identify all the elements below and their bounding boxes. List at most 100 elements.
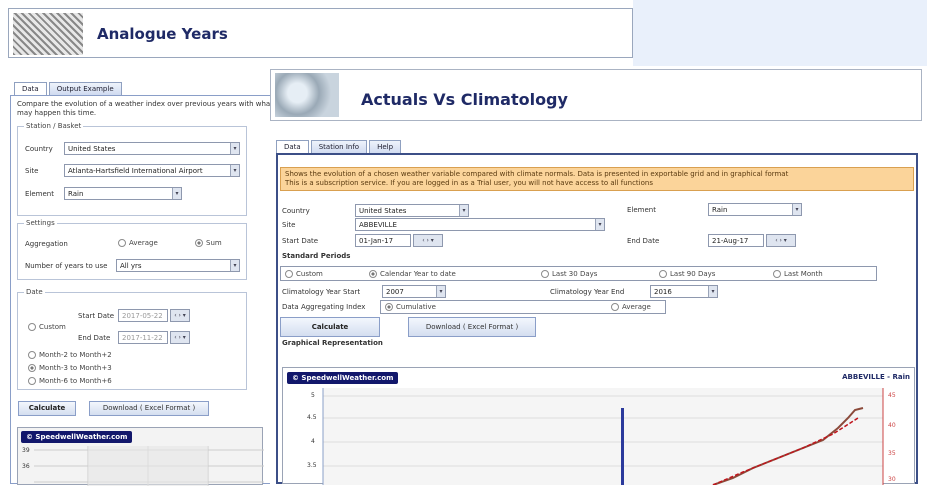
clim-start-value: 2007 xyxy=(386,288,404,296)
agg-cumulative-radio[interactable]: Cumulative xyxy=(385,303,436,311)
note-line-2: This is a subscription service. If you a… xyxy=(285,179,653,187)
chevron-down-icon: ▾ xyxy=(230,260,239,271)
country-select[interactable]: United States ▾ xyxy=(64,142,240,155)
years-value: All yrs xyxy=(120,262,142,270)
element-value: Rain xyxy=(68,190,84,198)
element-select[interactable]: Rain ▾ xyxy=(64,187,182,200)
left-tick-label: 4.5 xyxy=(307,414,317,421)
radio-selected-icon xyxy=(195,239,203,247)
agg-average-radio[interactable]: Average xyxy=(118,239,158,247)
analogue-window: Data Output Example Compare the evolutio… xyxy=(10,72,273,486)
start-date-input[interactable]: 2017-05-22 xyxy=(118,309,168,322)
custom-label: Custom xyxy=(39,323,66,331)
country-value: United States xyxy=(359,207,407,215)
left-tick-label: 5 xyxy=(311,392,315,399)
years-label: Number of years to use xyxy=(25,262,108,270)
period-90-label: Last 90 Days xyxy=(670,270,716,278)
chevron-down-icon: ▾ xyxy=(230,143,239,154)
end-date-input[interactable]: 2017-11-22 xyxy=(118,331,168,344)
chevron-down-icon: ▾ xyxy=(595,219,604,230)
country-value: United States xyxy=(68,145,116,153)
tab-output-example[interactable]: Output Example xyxy=(48,82,122,95)
country-select[interactable]: United States ▾ xyxy=(355,204,469,217)
start-date-stepper[interactable]: ‹ › ▾ xyxy=(413,234,443,247)
settings-fieldset: Settings Aggregation Average Sum Number … xyxy=(17,219,247,280)
period-30-radio[interactable]: Last 30 Days xyxy=(541,270,597,278)
month3-radio[interactable]: Month-3 to Month+3 xyxy=(28,364,112,372)
station-legend: Station / Basket xyxy=(24,122,84,130)
agg-average-label: Average xyxy=(129,239,158,247)
clim-start-label: Climatology Year Start xyxy=(282,288,361,296)
start-date-label: Start Date xyxy=(282,237,319,245)
period-30-label: Last 30 Days xyxy=(552,270,598,278)
radio-icon xyxy=(659,270,667,278)
site-select[interactable]: ABBEVILLE ▾ xyxy=(355,218,605,231)
start-date-value: 2017-05-22 xyxy=(122,312,163,320)
element-select[interactable]: Rain ▾ xyxy=(708,203,802,216)
actuals-header: Actuals Vs Climatology xyxy=(270,69,922,121)
analogue-chart-grid xyxy=(34,446,264,486)
header-thumbnail-image xyxy=(13,13,83,55)
agg-cumulative-label: Cumulative xyxy=(396,303,436,311)
month6-radio[interactable]: Month-6 to Month+6 xyxy=(28,377,112,385)
chevron-down-icon: ▾ xyxy=(708,286,717,297)
download-button[interactable]: Download ( Excel Format ) xyxy=(408,317,536,337)
country-label: Country xyxy=(282,207,310,215)
start-date-stepper[interactable]: ‹ › ▾ xyxy=(170,309,190,322)
radio-icon xyxy=(285,270,293,278)
radio-icon xyxy=(773,270,781,278)
site-value: ABBEVILLE xyxy=(359,221,397,229)
start-date-input[interactable]: 01-Jan-17 xyxy=(355,234,411,247)
end-date-stepper[interactable]: ‹ › ▾ xyxy=(766,234,796,247)
end-date-input[interactable]: 21-Aug-17 xyxy=(708,234,764,247)
site-select[interactable]: Atlanta-Hartsfield International Airport… xyxy=(64,164,240,177)
calculate-button[interactable]: Calculate xyxy=(280,317,380,337)
actuals-tabs: Data Station Info Help xyxy=(276,140,402,154)
radio-icon xyxy=(28,323,36,331)
tab-station-info[interactable]: Station Info xyxy=(310,140,368,154)
agg-index-label: Data Aggregating Index xyxy=(282,303,366,311)
end-date-stepper[interactable]: ‹ › ▾ xyxy=(170,331,190,344)
left-tick-label: 4 xyxy=(311,438,315,445)
actuals-chart: © SpeedwellWeather.com ABBEVILLE - Rain … xyxy=(282,367,915,485)
period-custom-radio[interactable]: Custom xyxy=(285,270,323,278)
country-label: Country xyxy=(25,145,53,153)
date-fieldset: Date Start Date 2017-05-22 ‹ › ▾ Custom … xyxy=(17,288,247,390)
month2-radio[interactable]: Month-2 to Month+2 xyxy=(28,351,112,359)
end-date-value: 21-Aug-17 xyxy=(712,237,749,245)
actuals-window: Actuals Vs Climatology Data Station Info… xyxy=(270,69,927,485)
end-date-value: 2017-11-22 xyxy=(122,334,163,342)
clim-start-select[interactable]: 2007 ▾ xyxy=(382,285,446,298)
chart-plot-area xyxy=(322,388,884,485)
page-title: Analogue Years xyxy=(97,25,228,43)
period-custom-label: Custom xyxy=(296,270,323,278)
chevron-down-icon: ▾ xyxy=(172,188,181,199)
years-select[interactable]: All yrs ▾ xyxy=(116,259,240,272)
tab-data[interactable]: Data xyxy=(14,82,47,95)
clim-end-select[interactable]: 2016 ▾ xyxy=(650,285,718,298)
radio-icon xyxy=(118,239,126,247)
y-tick-label: 36 xyxy=(22,463,30,470)
agg-sum-radio[interactable]: Sum xyxy=(195,239,222,247)
radio-selected-icon xyxy=(385,303,393,311)
y-tick-label: 39 xyxy=(22,447,30,454)
right-tick-label: 35 xyxy=(888,450,896,457)
period-month-radio[interactable]: Last Month xyxy=(773,270,823,278)
agg-average-radio[interactable]: Average xyxy=(611,303,651,311)
site-label: Site xyxy=(282,221,296,229)
end-date-label: End Date xyxy=(627,237,660,245)
tab-data[interactable]: Data xyxy=(276,140,309,154)
period-90-radio[interactable]: Last 90 Days xyxy=(659,270,715,278)
end-date-label: End Date xyxy=(78,334,111,342)
period-calendar-radio[interactable]: Calendar Year to date xyxy=(369,270,456,278)
period-calendar-label: Calendar Year to date xyxy=(380,270,456,278)
element-value: Rain xyxy=(712,206,728,214)
tab-help[interactable]: Help xyxy=(369,140,402,154)
analogue-download-button[interactable]: Download ( Excel Format ) xyxy=(89,401,209,416)
custom-radio[interactable]: Custom xyxy=(28,323,66,331)
analogue-calculate-button[interactable]: Calculate xyxy=(18,401,76,416)
month3-label: Month-3 to Month+3 xyxy=(39,364,112,372)
left-tick-label: 3.5 xyxy=(307,462,317,469)
note-line-1: Shows the evolution of a chosen weather … xyxy=(285,170,789,178)
agg-index-box: Cumulative Average xyxy=(380,300,666,314)
